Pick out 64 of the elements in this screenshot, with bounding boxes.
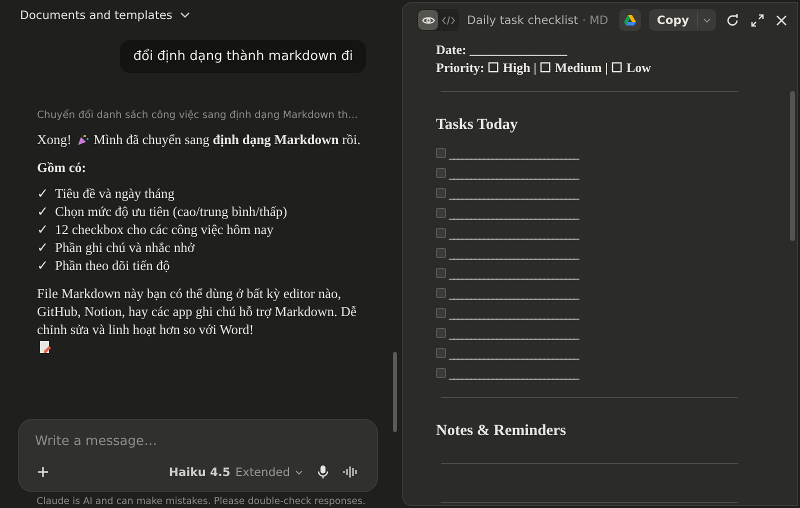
task-blank-line: ______________________________ xyxy=(449,226,578,240)
section-label: Gồm có: xyxy=(37,159,88,177)
task-checkbox[interactable] xyxy=(436,288,446,298)
check-mark-text: ✓ xyxy=(37,203,49,221)
task-blank-line: ______________________________ xyxy=(449,326,578,340)
memo-icon xyxy=(40,341,51,354)
microphone-icon[interactable] xyxy=(315,463,331,481)
scrollbar-thumb[interactable] xyxy=(790,91,795,241)
drive-icon[interactable] xyxy=(618,9,641,31)
task-checkbox[interactable] xyxy=(436,328,446,338)
check-mark-text: ✓ xyxy=(37,185,49,203)
reply-text: Mình đã chuyển sang định dạng Markdown rồi. xyxy=(94,131,362,149)
scrollbar-thumb[interactable] xyxy=(393,352,397,432)
task-blank-line: ______________________________ xyxy=(449,366,578,380)
task-checkbox[interactable] xyxy=(436,248,446,258)
list-item-text: Tiêu đề và ngày tháng xyxy=(55,185,174,203)
task-blank-line: ______________________________ xyxy=(449,146,578,160)
task-blank-line: ______________________________ xyxy=(449,246,578,260)
list-item-text: Chọn mức độ ưu tiên (cao/trung bình/thấp) xyxy=(55,203,288,221)
task-blank-line: ______________________________ xyxy=(449,166,578,180)
task-checkbox[interactable] xyxy=(436,168,446,178)
format-label: · MD xyxy=(582,13,608,27)
task-blank-line: ______________________________ xyxy=(449,266,578,280)
section-heading: Tasks Today xyxy=(436,116,519,134)
close-icon[interactable] xyxy=(774,12,789,28)
task-checkbox[interactable] xyxy=(436,348,446,358)
task-checkbox[interactable] xyxy=(436,268,446,278)
task-blank-line: ______________________________ xyxy=(449,186,578,200)
task-blank-line: ______________________________ xyxy=(449,306,578,320)
document-field-text: Priority: ☐ High | ☐ Medium | ☐ Low xyxy=(436,59,652,77)
thinking-summary[interactable]: Chuyển đổi danh sách công việc sang định dạng Markdown th… xyxy=(37,109,358,123)
task-blank-line: ______________________________ xyxy=(449,346,578,360)
project-dropdown[interactable]: Documents and templates xyxy=(14,6,196,24)
section-heading: Notes & Reminders xyxy=(436,422,568,440)
code-icon xyxy=(442,16,454,24)
chevron-down-icon xyxy=(180,12,190,18)
task-checkbox[interactable] xyxy=(436,148,446,158)
document-field-text: Date: _______________ xyxy=(436,41,568,59)
party-popper-icon xyxy=(76,134,88,146)
disclaimer-text: Claude is AI and can make mistakes. Please double-check responses. xyxy=(35,495,366,508)
task-checkbox[interactable] xyxy=(436,228,446,238)
model-selector[interactable]: Haiku 4.5 Extended xyxy=(166,463,305,481)
task-checkbox[interactable] xyxy=(436,308,446,318)
caret-icon xyxy=(295,470,303,474)
message-input[interactable]: Write a message… xyxy=(35,434,361,449)
check-mark-text: ✓ xyxy=(37,239,49,257)
task-blank-line: ______________________________ xyxy=(449,206,578,220)
check-mark-text: ✓ xyxy=(37,257,49,275)
artifact-title: Daily task checklist xyxy=(467,13,578,27)
user-message: đổi định dạng thành markdown đi xyxy=(120,40,366,73)
list-item-text: Phần ghi chú và nhắc nhở xyxy=(55,239,194,257)
check-mark-text: ✓ xyxy=(37,221,49,239)
reply-text: Xong! xyxy=(37,131,72,149)
list-item-text: 12 checkbox cho các công việc hôm nay xyxy=(55,221,274,239)
preview-toggle[interactable] xyxy=(418,10,438,30)
list-item-text: Phần theo dõi tiến độ xyxy=(55,257,170,275)
expand-icon[interactable] xyxy=(749,12,766,28)
task-checkbox[interactable] xyxy=(436,188,446,198)
add-icon[interactable] xyxy=(35,464,51,480)
task-checkbox[interactable] xyxy=(436,208,446,218)
reply-paragraph: File Markdown này bạn có thể dùng ở bất kỳ editor nào, GitHub, Notion, hay các app ghi chú hỗ trợ Markdown. Dễ chỉnh sửa và linh hoạt hơn so với Word! xyxy=(37,285,358,339)
eye-icon xyxy=(422,16,434,24)
task-blank-line: ______________________________ xyxy=(449,286,578,300)
task-checkbox[interactable] xyxy=(436,368,446,378)
